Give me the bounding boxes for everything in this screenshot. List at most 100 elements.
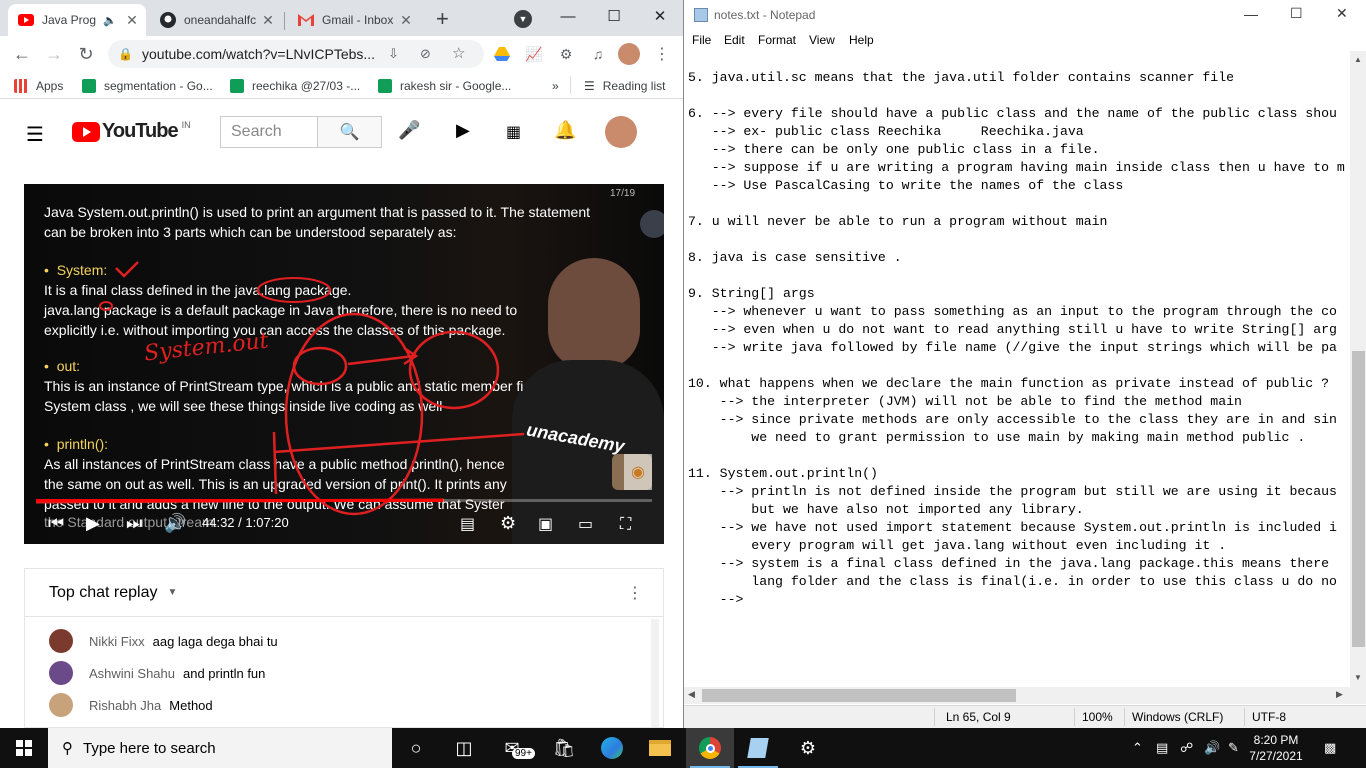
volume-icon[interactable]: 🔊 <box>164 513 186 534</box>
cortana-icon[interactable]: ○ <box>392 728 440 768</box>
search-icon[interactable]: 🔍 <box>317 117 381 147</box>
avatar[interactable] <box>49 629 73 653</box>
menu-format[interactable]: Format <box>758 33 796 47</box>
text-line: --> Use PascalCasing to write the names … <box>688 178 1124 193</box>
tab-gmail[interactable]: Gmail - Inbox ✕ <box>288 4 420 36</box>
network-icon[interactable]: ☍ <box>1180 728 1193 768</box>
more-bookmarks-button[interactable]: » <box>552 77 559 95</box>
menu-view[interactable]: View <box>809 33 835 47</box>
windows-start-icon[interactable] <box>0 728 48 768</box>
notepad-text-area[interactable]: 5. java.util.sc means that the java.util… <box>684 51 1350 687</box>
previous-icon[interactable]: ⏮ <box>48 513 64 534</box>
address-bar[interactable]: 🔒 youtube.com/watch?v=LNvICPTebs... ⇩ ⊘ … <box>108 40 484 68</box>
chrome-taskbar-icon[interactable] <box>686 728 734 768</box>
notifications-bell-icon[interactable]: 🔔 <box>554 120 576 141</box>
menu-help[interactable]: Help <box>849 33 874 47</box>
menu-file[interactable]: File <box>692 33 711 47</box>
bookmark-star-icon[interactable]: ☆ <box>452 44 465 62</box>
tab-search-icon[interactable]: ▼ <box>514 10 532 28</box>
bookmark-rakesh[interactable]: rakesh sir - Google... <box>378 77 511 95</box>
volume-icon[interactable]: 🔊 <box>1204 728 1220 768</box>
bookmark-reechika[interactable]: reechika @27/03 -... <box>230 77 360 95</box>
meet-now-icon[interactable]: ▤ <box>1156 728 1168 768</box>
video-player[interactable]: ◉ 17/19 Java System.out.println() is use… <box>24 184 664 544</box>
notepad-taskbar-icon[interactable] <box>734 728 782 768</box>
mail-app-icon[interactable]: ✉ 99+ <box>488 728 536 768</box>
scroll-right-icon[interactable]: ▶ <box>1336 689 1343 700</box>
chart-extension-icon[interactable]: 📈 <box>524 44 544 64</box>
create-video-icon[interactable]: ▶ <box>456 120 470 141</box>
close-icon[interactable]: ✕ <box>398 12 414 29</box>
chrome-menu-icon[interactable]: ⋮ <box>652 44 672 64</box>
taskbar-clock[interactable]: 8:20 PM 7/27/2021 <box>1236 732 1316 764</box>
chat-author[interactable]: Rishabh Jha <box>89 698 161 713</box>
youtube-logo[interactable]: YouTube IN <box>72 120 191 143</box>
clock-date: 7/27/2021 <box>1249 749 1303 763</box>
microphone-icon[interactable]: 🎤 <box>398 120 420 141</box>
miniplayer-icon[interactable]: ▣ <box>538 514 553 534</box>
bookmark-segmentation[interactable]: segmentation - Go... <box>82 77 213 95</box>
menu-edit[interactable]: Edit <box>724 33 745 47</box>
avatar[interactable] <box>49 693 73 717</box>
apps-grid-icon[interactable]: ▦ <box>506 122 521 142</box>
scroll-down-icon[interactable]: ▼ <box>1354 673 1362 682</box>
search-input[interactable]: Search <box>221 117 317 147</box>
media-control-icon[interactable]: ♫ <box>588 44 608 64</box>
bookmark-apps[interactable]: Apps <box>14 77 63 95</box>
avatar[interactable] <box>49 661 73 685</box>
minimize-icon[interactable]: — <box>545 0 591 32</box>
settings-gear-icon[interactable]: ⚙ <box>784 728 832 768</box>
file-explorer-icon[interactable] <box>636 728 684 768</box>
chat-scrollbar[interactable] <box>651 619 659 727</box>
taskbar-search[interactable]: ⚲ Type here to search <box>48 728 392 768</box>
profile-avatar[interactable] <box>618 43 640 65</box>
hscrollbar-thumb[interactable] <box>702 689 1016 702</box>
hamburger-menu-icon[interactable]: ☰ <box>26 122 44 147</box>
chevron-down-icon[interactable]: ▼ <box>168 587 178 598</box>
video-progress-bar[interactable] <box>36 499 652 502</box>
lock-icon[interactable]: 🔒 <box>118 47 133 61</box>
scrollbar-thumb[interactable] <box>1352 351 1365 647</box>
folder-glyph <box>649 740 671 756</box>
theater-mode-icon[interactable]: ▭ <box>578 514 593 534</box>
close-icon[interactable]: ✕ <box>1336 5 1348 22</box>
scroll-left-icon[interactable]: ◀ <box>688 689 695 700</box>
back-icon[interactable]: ← <box>8 40 36 68</box>
task-view-icon[interactable]: ◫ <box>440 728 488 768</box>
install-icon[interactable]: ⇩ <box>388 46 399 62</box>
show-hidden-icons-icon[interactable]: ⌃ <box>1132 728 1143 768</box>
forward-icon[interactable]: → <box>40 40 68 68</box>
drive-extension-icon[interactable] <box>492 44 512 64</box>
chat-author[interactable]: Nikki Fixx <box>89 634 145 649</box>
speaker-icon[interactable]: 🔈 <box>102 14 118 27</box>
settings-gear-icon[interactable]: ⚙ <box>500 513 516 534</box>
new-tab-button[interactable]: + <box>436 6 449 32</box>
more-options-icon[interactable]: ⋮ <box>627 583 643 603</box>
play-icon[interactable]: ▶ <box>86 513 100 534</box>
account-avatar[interactable] <box>605 116 637 148</box>
chat-title[interactable]: Top chat replay <box>49 584 158 602</box>
horizontal-scrollbar[interactable]: ◀ ▶ <box>684 687 1350 704</box>
subtitles-icon[interactable]: ▤ <box>460 514 475 534</box>
close-icon[interactable]: ✕ <box>124 12 140 29</box>
extensions-puzzle-icon[interactable]: ⚙ <box>556 44 576 64</box>
tab-github[interactable]: oneandahalfc ✕ <box>150 4 282 36</box>
tab-youtube[interactable]: Java Prog 🔈 ✕ <box>8 4 146 36</box>
close-icon[interactable]: ✕ <box>260 12 276 29</box>
vertical-scrollbar[interactable]: ▲ ▼ <box>1350 51 1366 687</box>
minimize-icon[interactable]: — <box>1244 6 1258 22</box>
scroll-up-icon[interactable]: ▲ <box>1354 55 1362 64</box>
notifications-icon[interactable]: ▩ <box>1324 728 1336 768</box>
reading-list-button[interactable]: ☰ Reading list <box>584 77 665 95</box>
fullscreen-icon[interactable]: ⛶ <box>620 516 631 534</box>
hide-icon[interactable]: ⊘ <box>420 46 431 62</box>
maximize-icon[interactable]: ☐ <box>591 0 637 32</box>
sheets-icon <box>378 79 392 93</box>
chat-author[interactable]: Ashwini Shahu <box>89 666 175 681</box>
maximize-icon[interactable]: ☐ <box>1290 5 1303 22</box>
next-icon[interactable]: ⏭ <box>126 513 142 534</box>
store-icon[interactable]: 🛍 <box>540 728 588 768</box>
close-window-icon[interactable]: ✕ <box>637 0 683 32</box>
edge-icon[interactable] <box>588 728 636 768</box>
reload-icon[interactable]: ↻ <box>72 40 100 68</box>
